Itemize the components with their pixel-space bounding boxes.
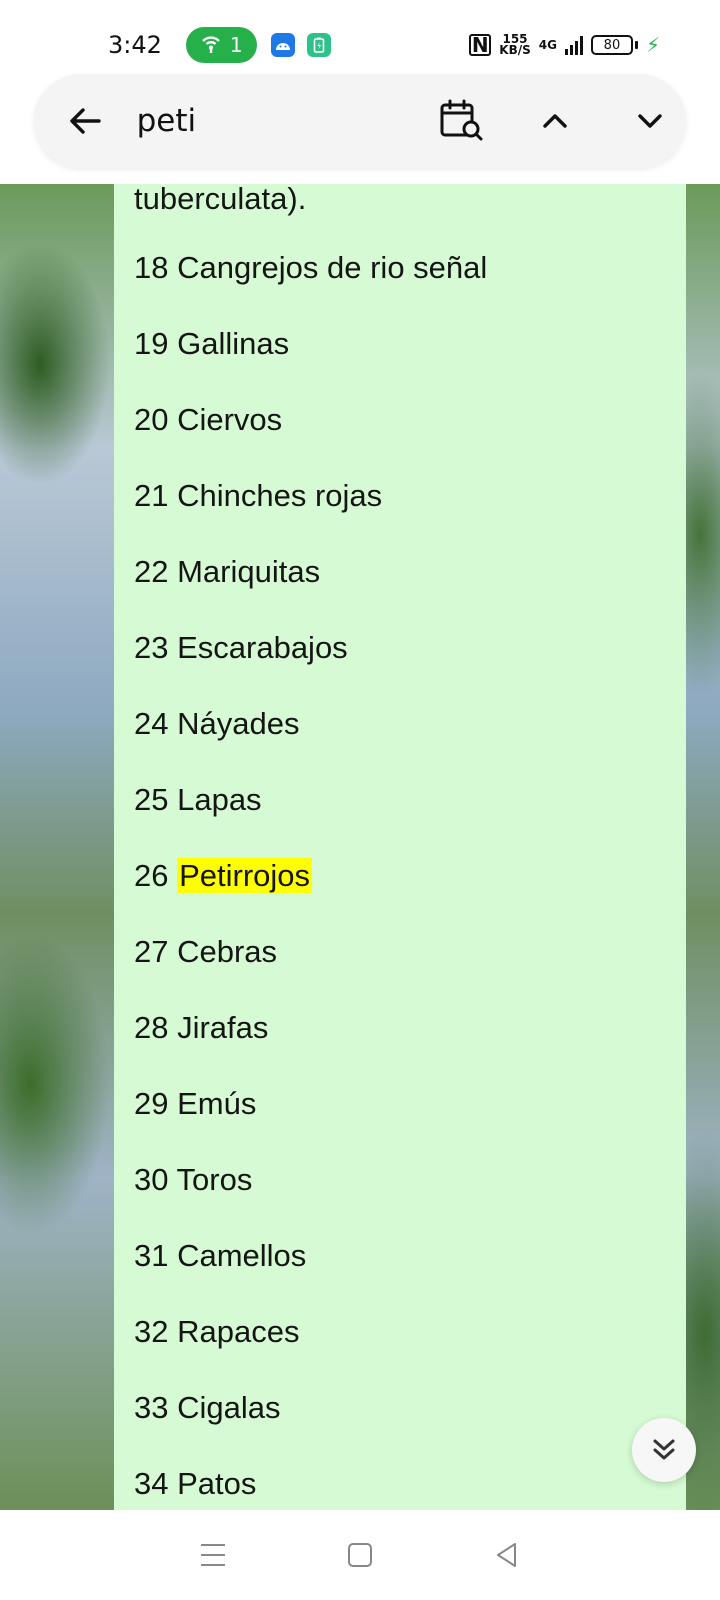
hotspot-count: 1 (229, 33, 243, 57)
triangle-back-icon (496, 1543, 516, 1567)
list-item-highlighted: 26 Petirrojos (134, 856, 313, 896)
charging-app-icon (306, 33, 331, 57)
recents-button[interactable] (183, 1525, 243, 1585)
arrow-left-icon (70, 108, 102, 134)
list-item-number: 26 (134, 858, 169, 893)
menu-icon (201, 1544, 226, 1566)
square-icon (347, 1543, 372, 1567)
list-item: 33 Cigalas (134, 1390, 281, 1425)
list-item: 29 Emús (134, 1086, 257, 1121)
home-button[interactable] (330, 1525, 390, 1585)
find-query-input[interactable]: peti (137, 103, 412, 139)
network-type: 4G (538, 38, 557, 52)
list-item: 32 Rapaces (134, 1314, 300, 1349)
scroll-to-bottom-button[interactable] (632, 1418, 696, 1482)
hotspot-icon (200, 32, 222, 59)
search-match-highlight: Petirrojos (177, 858, 313, 893)
double-chevron-down-icon (653, 1439, 675, 1460)
hotspot-pill[interactable]: 1 (185, 27, 257, 63)
speed-unit: KB/S (499, 43, 531, 57)
list-item: 23 Escarabajos (134, 630, 348, 665)
calendar-search-button[interactable] (426, 84, 499, 158)
chevron-up-icon (543, 114, 567, 128)
system-back-button[interactable] (477, 1525, 537, 1585)
battery-level: 80 (590, 35, 633, 55)
list-item: 19 Gallinas (134, 326, 290, 361)
nfc-icon: N (469, 33, 492, 57)
status-right-group: N 155 KB/S 4G 80 ⚡ (469, 33, 660, 57)
chevron-down-icon (637, 114, 662, 128)
list-item: 28 Jirafas (134, 1010, 269, 1045)
back-button[interactable] (46, 81, 125, 161)
list-item: 27 Cebras (134, 934, 278, 969)
calendar-search-icon (440, 99, 483, 141)
list-item: 20 Ciervos (134, 402, 283, 437)
find-in-page-bar: peti (34, 74, 686, 168)
system-navigation-bar (0, 1510, 720, 1600)
network-speed: 155 KB/S (499, 33, 531, 57)
android-app-icon (270, 33, 295, 57)
previous-match-button[interactable] (519, 84, 592, 158)
content-card[interactable]: tuberculata). 18 Cangrejos de rio señal … (114, 184, 686, 1510)
list-item: 25 Lapas (134, 782, 262, 817)
list-item: 18 Cangrejos de rio señal (134, 250, 488, 285)
charging-bolt-icon: ⚡ (645, 33, 660, 57)
list-item: 34 Patos (134, 1466, 257, 1501)
battery-icon: 80 (590, 35, 638, 55)
list-item: 21 Chinches rojas (134, 478, 383, 513)
list-item: 31 Camellos (134, 1238, 307, 1273)
list-item: 30 Toros (134, 1162, 253, 1197)
signal-icon (564, 35, 583, 55)
list-item: 22 Mariquitas (134, 554, 321, 589)
list-item: tuberculata). (134, 184, 307, 216)
status-time: 3:42 (108, 31, 162, 59)
list-item: 24 Náyades (134, 706, 300, 741)
next-match-button[interactable] (613, 84, 686, 158)
